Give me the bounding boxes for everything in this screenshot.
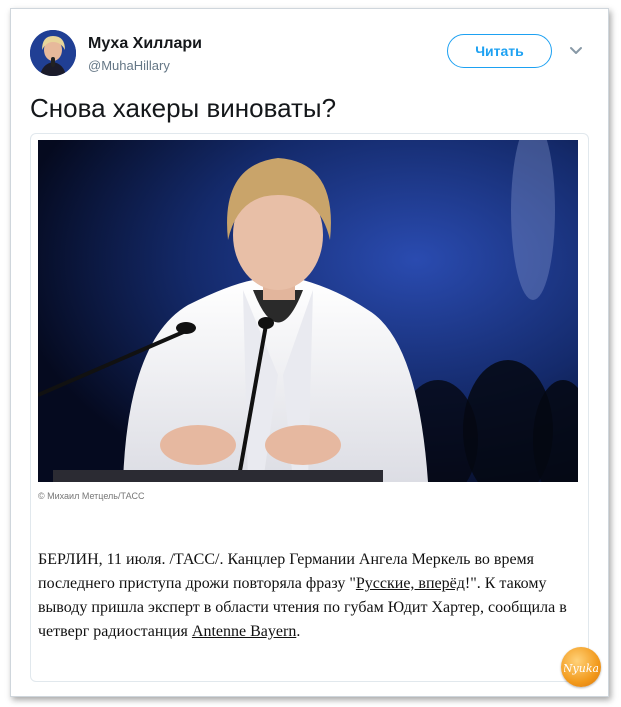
watermark-logo-text: Nyuka bbox=[564, 662, 598, 675]
author-name[interactable]: Муха Хиллари bbox=[88, 35, 202, 53]
avatar[interactable] bbox=[30, 30, 76, 76]
follow-button[interactable]: Читать bbox=[447, 34, 552, 68]
chevron-down-icon[interactable] bbox=[569, 44, 583, 58]
article-link-russians-forward[interactable]: Русские, вперёд bbox=[356, 575, 465, 592]
tweet-text: Снова хакеры виноваты? bbox=[30, 93, 337, 123]
article-text: БЕРЛИН, 11 июля. /ТАСС/. Канцлер Германи… bbox=[38, 548, 573, 644]
article-link-antenne-bayern[interactable]: Antenne Bayern bbox=[192, 623, 296, 640]
author-handle[interactable]: @MuhaHillary bbox=[88, 58, 170, 73]
card-image[interactable] bbox=[38, 140, 578, 482]
article-text-part: . bbox=[296, 623, 301, 640]
image-credit: © Михаил Метцель/ТАСС bbox=[38, 491, 145, 501]
watermark-logo: Nyuka bbox=[561, 647, 601, 687]
